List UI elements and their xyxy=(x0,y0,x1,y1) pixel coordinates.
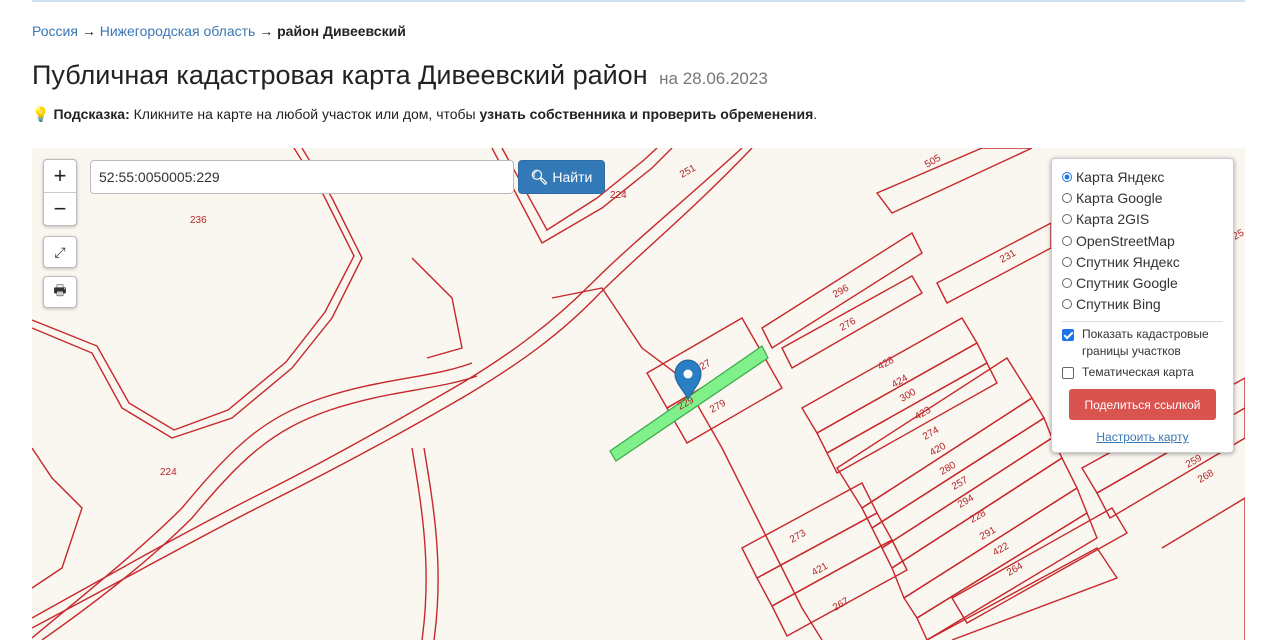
layer-option-label: Спутник Bing xyxy=(1076,296,1161,313)
parcel-label: 296 xyxy=(831,283,851,301)
find-button-label: Найти xyxy=(552,169,593,185)
parcel-label: 505 xyxy=(923,153,943,171)
layer-option-google-satellite[interactable]: Спутник Google xyxy=(1062,272,1223,293)
top-divider xyxy=(32,0,1245,2)
parcel-label: 294 xyxy=(956,493,976,511)
layer-option-bing-satellite[interactable]: Спутник Bing xyxy=(1062,294,1223,315)
page-title: Публичная кадастровая карта Дивеевский р… xyxy=(32,60,768,91)
fullscreen-button[interactable]: ⤢ xyxy=(43,236,77,268)
radio-icon xyxy=(1062,278,1072,289)
printer-icon: 🖶 xyxy=(53,282,67,298)
layer-option-label: OpenStreetMap xyxy=(1076,232,1175,249)
radio-selected-icon xyxy=(1062,171,1072,182)
find-button[interactable]: 🔍︎ Найти xyxy=(518,160,605,194)
radio-icon xyxy=(1062,235,1072,246)
boundary-parcel-center xyxy=(551,287,823,640)
zoom-out-button[interactable]: − xyxy=(44,192,76,225)
boundary-parcel-right xyxy=(1161,497,1245,640)
layer-option-label: Карта Яндекс xyxy=(1076,168,1165,185)
breadcrumb-separator: → xyxy=(81,23,96,39)
boundary-parcel-left xyxy=(32,447,83,589)
breadcrumb-current: район Дивеевский xyxy=(277,23,406,39)
parcel-label: 251 xyxy=(678,163,698,181)
parcel-label: 264 xyxy=(1005,561,1025,579)
breadcrumb: Россия → Нижегородская область → район Д… xyxy=(32,23,406,39)
parcel-label: 420 xyxy=(928,441,948,459)
layer-option-label: Спутник Google xyxy=(1076,275,1178,292)
parcel-label: 274 xyxy=(921,425,941,443)
hint-end: . xyxy=(813,106,818,122)
boundary-road-1 xyxy=(32,148,743,619)
radio-icon xyxy=(1062,214,1072,225)
parcel-label: 259 xyxy=(1184,453,1204,471)
parcel-label: 424 xyxy=(890,373,910,391)
radio-icon xyxy=(1062,299,1072,310)
boundary-road-4 xyxy=(41,375,478,640)
checkbox-icon xyxy=(1062,367,1074,380)
boundary-parcel-231 xyxy=(936,221,1052,304)
layer-option-yandex-map[interactable]: Карта Яндекс xyxy=(1062,166,1223,187)
layer-option-label: Карта Google xyxy=(1076,189,1163,206)
parcel-label: 231 xyxy=(998,248,1018,266)
parcel-label: 267 xyxy=(831,596,851,614)
layer-option-label: Спутник Яндекс xyxy=(1076,253,1180,270)
show-boundaries-label: Показать кадастровые границы участков xyxy=(1082,327,1209,359)
boundary-parcel-273 xyxy=(741,482,878,579)
layers-panel: Карта Яндекс Карта Google Карта 2GIS Ope… xyxy=(1051,158,1234,453)
hint-label: Подсказка: xyxy=(53,106,130,122)
layer-option-2gis-map[interactable]: Карта 2GIS xyxy=(1062,209,1223,230)
zoom-in-button[interactable]: + xyxy=(44,160,76,192)
cadastral-search-input[interactable] xyxy=(90,160,514,194)
share-link-button[interactable]: Поделиться ссылкой xyxy=(1069,389,1216,421)
boundary-lower-road-2 xyxy=(423,447,439,640)
breadcrumb-link-region[interactable]: Нижегородская область xyxy=(100,23,256,39)
parcel-label: 224 xyxy=(610,190,627,201)
layer-option-label: Карта 2GIS xyxy=(1076,211,1150,228)
search-icon: 🔍︎ xyxy=(530,168,549,185)
radio-icon xyxy=(1062,256,1072,267)
boundary-road-2 xyxy=(32,148,753,629)
layer-option-google-map[interactable]: Карта Google xyxy=(1062,187,1223,208)
page-title-date: на 28.06.2023 xyxy=(659,69,768,88)
parcel-label: 236 xyxy=(190,215,207,226)
print-button[interactable]: 🖶 xyxy=(43,276,77,308)
parcel-label: 422 xyxy=(991,541,1011,559)
layer-option-yandex-satellite[interactable]: Спутник Яндекс xyxy=(1062,251,1223,272)
radio-icon xyxy=(1062,192,1072,203)
parcel-label: 279 xyxy=(708,398,728,416)
show-boundaries-checkbox[interactable]: Показать кадастровые границы участков xyxy=(1062,326,1223,360)
breadcrumb-separator: → xyxy=(259,23,274,39)
hint: 💡 Подсказка: Кликните на карте на любой у… xyxy=(32,106,817,123)
boundary-parcel-428 xyxy=(801,317,978,434)
boundary-lower-road-1 xyxy=(411,447,427,640)
boundary-parcel-505 xyxy=(875,148,1033,214)
hint-emphasis: узнать собственника и проверить обремене… xyxy=(479,106,814,122)
boundary-parcel-mid xyxy=(411,257,463,359)
fullscreen-icon: ⤢ xyxy=(54,243,66,260)
parcel-label: 257 xyxy=(950,475,970,493)
parcel-label: 300 xyxy=(898,387,918,405)
parcel-label: 224 xyxy=(160,467,177,478)
parcel-label: 228 xyxy=(968,508,988,526)
lightbulb-icon: 💡 xyxy=(32,106,50,122)
layer-option-openstreetmap[interactable]: OpenStreetMap xyxy=(1062,230,1223,251)
parcel-label: 273 xyxy=(788,528,808,546)
layers-divider xyxy=(1062,321,1223,323)
boundary-road-3 xyxy=(32,362,473,639)
zoom-control: + − xyxy=(43,159,77,226)
hint-text: Кликните на карте на любой участок или д… xyxy=(133,106,476,122)
thematic-map-checkbox[interactable]: Тематическая карта xyxy=(1062,364,1223,381)
configure-map-link[interactable]: Настроить карту xyxy=(1062,430,1223,444)
thematic-map-label: Тематическая карта xyxy=(1082,365,1194,380)
parcel-label: 268 xyxy=(1196,468,1216,486)
checkbox-checked-icon xyxy=(1062,329,1074,342)
breadcrumb-link-russia[interactable]: Россия xyxy=(32,23,78,39)
cadastral-map[interactable]: 236 224 224 251 505 231 296 276 227 229 … xyxy=(32,148,1245,640)
page-title-text: Публичная кадастровая карта Дивеевский р… xyxy=(32,60,648,90)
boundary-parcel-264 xyxy=(951,507,1128,624)
